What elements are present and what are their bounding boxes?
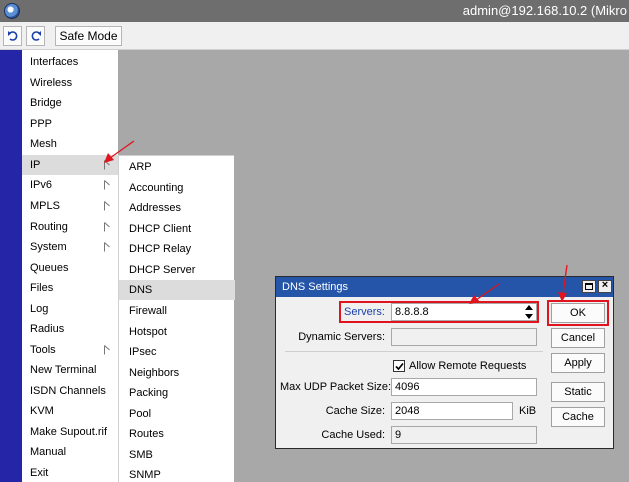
maximize-icon (585, 283, 593, 290)
submenu-arrow-icon (104, 160, 110, 170)
winbox-side-strip (0, 50, 22, 482)
submenu-item-ipsec[interactable]: IPsec (119, 342, 235, 362)
submenu-item-hotspot[interactable]: Hotspot (119, 322, 235, 342)
submenu-arrow-icon (104, 345, 110, 355)
menu-item-ipv6[interactable]: IPv6 (22, 175, 118, 195)
submenu-item-neighbors[interactable]: Neighbors (119, 363, 235, 383)
cache-used-field: 9 (391, 426, 537, 444)
cache-used-label: Cache Used: (321, 429, 385, 441)
menu-item-routing[interactable]: Routing (22, 217, 118, 237)
menu-item-kvm[interactable]: KVM (22, 401, 118, 421)
redo-icon (31, 31, 41, 41)
ok-highlight-box (547, 300, 609, 326)
checkbox-box[interactable] (393, 360, 405, 372)
menu-item-ppp[interactable]: PPP (22, 114, 118, 134)
ip-submenu: ARP Accounting Addresses DHCP Client DHC… (118, 155, 235, 482)
safe-mode-button[interactable]: Safe Mode (55, 26, 122, 46)
menu-item-ip[interactable]: IP (22, 155, 118, 175)
submenu-item-packing[interactable]: Packing (119, 383, 235, 403)
dynamic-servers-label: Dynamic Servers: (298, 331, 385, 343)
menu-item-mesh[interactable]: Mesh (22, 134, 118, 154)
close-button[interactable]: × (598, 279, 612, 293)
checkmark-icon (395, 362, 404, 371)
dialog-titlebar[interactable]: DNS Settings × (276, 277, 613, 297)
servers-highlight-box (339, 301, 539, 323)
submenu-item-pool[interactable]: Pool (119, 404, 235, 424)
menu-item-interfaces[interactable]: Interfaces (22, 52, 118, 72)
menu-item-log[interactable]: Log (22, 299, 118, 319)
menu-item-new-terminal[interactable]: New Terminal (22, 360, 118, 380)
menu-item-system[interactable]: System (22, 237, 118, 257)
main-menu: Interfaces Wireless Bridge PPP Mesh IP I… (22, 50, 118, 482)
cancel-button[interactable]: Cancel (551, 328, 605, 348)
cache-size-label: Cache Size: (325, 405, 385, 417)
submenu-arrow-icon (104, 242, 110, 252)
cache-button[interactable]: Cache (551, 407, 605, 427)
submenu-item-dhcp-relay[interactable]: DHCP Relay (119, 239, 235, 259)
undo-button[interactable] (3, 26, 22, 46)
cache-size-unit: KiB (519, 405, 537, 417)
menu-item-wireless[interactable]: Wireless (22, 73, 118, 93)
maximize-button[interactable] (582, 280, 596, 293)
menu-item-radius[interactable]: Radius (22, 319, 118, 339)
max-udp-packet-size-label: Max UDP Packet Size: (280, 381, 392, 393)
menu-item-make-supout[interactable]: Make Supout.rif (22, 422, 118, 442)
window-titlebar: admin@192.168.10.2 (Mikro (0, 0, 629, 22)
menu-item-files[interactable]: Files (22, 278, 118, 298)
toolbar: Safe Mode (0, 22, 629, 50)
dynamic-servers-field (391, 328, 537, 346)
submenu-arrow-icon (104, 222, 110, 232)
submenu-item-firewall[interactable]: Firewall (119, 301, 235, 321)
menu-item-exit[interactable]: Exit (22, 463, 118, 482)
menu-item-manual[interactable]: Manual (22, 442, 118, 462)
max-udp-packet-size-input[interactable]: 4096 (391, 378, 537, 396)
submenu-item-accounting[interactable]: Accounting (119, 178, 235, 198)
close-icon: × (601, 279, 609, 291)
submenu-item-smb[interactable]: SMB (119, 445, 235, 465)
submenu-item-dhcp-client[interactable]: DHCP Client (119, 219, 235, 239)
submenu-arrow-icon (104, 180, 110, 190)
separator (285, 351, 543, 352)
static-button[interactable]: Static (551, 382, 605, 402)
menu-item-tools[interactable]: Tools (22, 340, 118, 360)
cache-size-input[interactable]: 2048 (391, 402, 513, 420)
submenu-item-arp[interactable]: ARP (119, 157, 235, 177)
winbox-app-icon (4, 3, 20, 19)
menu-item-queues[interactable]: Queues (22, 258, 118, 278)
submenu-item-dhcp-server[interactable]: DHCP Server (119, 260, 235, 280)
menu-item-bridge[interactable]: Bridge (22, 93, 118, 113)
dialog-title: DNS Settings (282, 281, 349, 293)
submenu-item-routes[interactable]: Routes (119, 424, 235, 444)
submenu-item-dns[interactable]: DNS (119, 280, 235, 300)
apply-button[interactable]: Apply (551, 353, 605, 373)
submenu-item-snmp[interactable]: SNMP (119, 465, 235, 482)
menu-item-mpls[interactable]: MPLS (22, 196, 118, 216)
submenu-arrow-icon (104, 201, 110, 211)
allow-remote-requests-label: Allow Remote Requests (409, 360, 527, 372)
redo-button[interactable] (26, 26, 45, 46)
window-title: admin@192.168.10.2 (Mikro (462, 3, 627, 18)
undo-icon (8, 31, 18, 41)
submenu-item-addresses[interactable]: Addresses (119, 198, 235, 218)
menu-item-isdn-channels[interactable]: ISDN Channels (22, 381, 118, 401)
